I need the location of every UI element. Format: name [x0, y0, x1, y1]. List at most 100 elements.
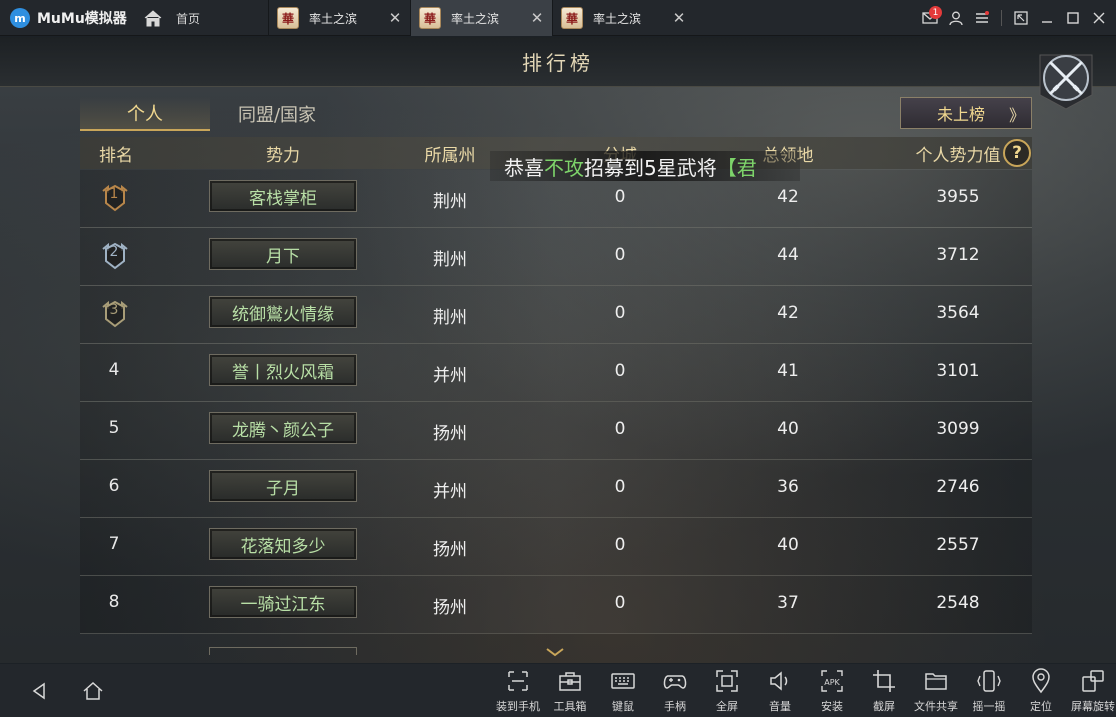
- branch-city-cell: 0: [614, 303, 626, 323]
- close-icon[interactable]: ✕: [526, 9, 548, 27]
- home-icon: [140, 8, 166, 28]
- user-icon: [949, 11, 963, 25]
- branch-city-cell: 0: [614, 361, 626, 381]
- branch-city-cell: 0: [614, 535, 626, 555]
- rotate-screen-icon: [1080, 668, 1106, 694]
- rank-number: 5: [108, 418, 120, 438]
- tab-label: 率土之滨: [451, 11, 500, 26]
- faction-name-button[interactable]: 誉丨烈火风霜: [209, 354, 357, 386]
- state-cell: 扬州: [433, 424, 467, 444]
- close-crossed-swords-icon[interactable]: [1036, 45, 1096, 111]
- tool-crop[interactable]: 截屏: [858, 668, 910, 716]
- table-row[interactable]: 6 子月 并州 0 36 2746: [80, 460, 1032, 518]
- restore-mini-button[interactable]: [1008, 0, 1034, 36]
- faction-name-button[interactable]: 子月: [209, 470, 357, 502]
- power-cell: 2548: [936, 593, 980, 613]
- partial-name-box: [209, 647, 357, 655]
- volume-icon: [767, 668, 793, 694]
- tool-apk-install[interactable]: APK 安装: [806, 668, 858, 716]
- faction-name-button[interactable]: 一骑过江东: [209, 586, 357, 618]
- menu-button[interactable]: [969, 0, 995, 36]
- close-icon: [1093, 12, 1105, 24]
- territory-cell: 37: [777, 593, 799, 613]
- col-faction: 势力: [266, 146, 300, 166]
- state-cell: 荆州: [433, 308, 467, 328]
- close-icon[interactable]: ✕: [384, 9, 406, 27]
- tool-label: 键鼠: [612, 700, 634, 713]
- back-triangle-icon: [32, 682, 45, 700]
- apk-install-icon: APK: [819, 668, 845, 694]
- rank-number: 4: [108, 360, 120, 380]
- mumu-logo-icon: m: [10, 8, 30, 28]
- folder-icon: [923, 668, 949, 694]
- tab-game-2[interactable]: 華 率土之滨 ✕: [410, 0, 552, 36]
- close-window-button[interactable]: [1086, 0, 1112, 36]
- rank-number: 7: [108, 534, 120, 554]
- tool-toolbox[interactable]: 工具箱: [544, 668, 596, 716]
- tool-shake[interactable]: 摇一摇: [963, 668, 1015, 716]
- tool-keyboard[interactable]: 键鼠: [597, 668, 649, 716]
- tool-volume[interactable]: 音量: [754, 668, 806, 716]
- tool-gamepad[interactable]: 手柄: [649, 668, 701, 716]
- toast-middle: 招募到5星武将: [584, 155, 717, 180]
- faction-name-button[interactable]: 客栈掌柜: [209, 180, 357, 212]
- table-row[interactable]: 7 花落知多少 扬州 0 40 2557: [80, 518, 1032, 576]
- unranked-label: 未上榜: [937, 105, 986, 124]
- fullscreen-icon: [714, 668, 740, 694]
- double-chevron-right-icon: 》: [1008, 106, 1025, 125]
- account-button[interactable]: [943, 0, 969, 36]
- territory-cell: 41: [777, 361, 799, 381]
- faction-name-button[interactable]: 统御鸑火情缘: [209, 296, 357, 328]
- maximize-icon: [1067, 12, 1079, 24]
- territory-cell: 42: [777, 187, 799, 207]
- table-row[interactable]: 8 一骑过江东 扬州 0 37 2548: [80, 576, 1032, 634]
- tab-alliance-nation[interactable]: 同盟/国家: [212, 97, 342, 131]
- scroll-down-chevron-icon: [546, 648, 564, 657]
- game-screen: 排行榜 个人 同盟/国家 未上榜 》 排名 势力 所属州 分城 总领地 个人势力…: [0, 37, 1116, 663]
- mail-button[interactable]: 1: [917, 0, 943, 36]
- close-icon[interactable]: ✕: [668, 9, 690, 27]
- maximize-button[interactable]: [1060, 0, 1086, 36]
- table-row[interactable]: 5 龙腾丶颜公子 扬州 0 40 3099: [80, 402, 1032, 460]
- table-row[interactable]: 4 誉丨烈火风霜 并州 0 41 3101: [80, 344, 1032, 402]
- shake-icon: [976, 668, 1002, 694]
- col-state: 所属州: [424, 146, 476, 166]
- tab-game-3[interactable]: 華 率土之滨 ✕: [552, 0, 694, 36]
- tab-game-1[interactable]: 華 率土之滨 ✕: [268, 0, 410, 36]
- tool-label: 屏幕旋转: [1071, 700, 1115, 713]
- state-cell: 荆州: [433, 250, 467, 270]
- tool-location[interactable]: 定位: [1015, 668, 1067, 716]
- faction-name-button[interactable]: 花落知多少: [209, 528, 357, 560]
- android-home-button[interactable]: [80, 678, 106, 704]
- brand-name: MuMu模拟器: [37, 11, 127, 27]
- tool-rotate-screen[interactable]: 屏幕旋转: [1067, 668, 1116, 716]
- tool-folder[interactable]: 文件共享: [910, 668, 962, 716]
- table-row[interactable]: 3 统御鸑火情缘 荆州 0 42 3564: [80, 286, 1032, 344]
- branch-city-cell: 0: [614, 419, 626, 439]
- territory-cell: 40: [777, 535, 799, 555]
- help-icon[interactable]: ?: [1003, 139, 1031, 167]
- tab-personal[interactable]: 个人: [80, 97, 210, 131]
- state-cell: 并州: [433, 482, 467, 502]
- game-app-icon: 華: [277, 7, 299, 29]
- separator: [1001, 10, 1002, 26]
- tab-home[interactable]: 首页: [140, 0, 266, 36]
- rank-number: 3: [109, 302, 119, 318]
- emulator-titlebar: m MuMu模拟器 首页 華 率土之滨 ✕ 華 率土之滨 ✕ 華 率土之滨 ✕ …: [0, 0, 1116, 36]
- tool-install-to-phone[interactable]: 装到手机: [492, 668, 544, 716]
- back-button[interactable]: [26, 678, 52, 704]
- page-title: 排行榜: [522, 51, 594, 75]
- tool-label: 截屏: [873, 700, 895, 713]
- power-cell: 3564: [936, 303, 980, 323]
- home-outline-icon: [83, 681, 103, 700]
- minimize-button[interactable]: [1034, 0, 1060, 36]
- unranked-button[interactable]: 未上榜 》: [900, 97, 1032, 129]
- game-app-icon: 華: [561, 7, 583, 29]
- faction-name-button[interactable]: 月下: [209, 238, 357, 270]
- power-cell: 3712: [936, 245, 980, 265]
- faction-name-button[interactable]: 龙腾丶颜公子: [209, 412, 357, 444]
- install-to-phone-icon: [505, 668, 531, 694]
- tool-label: 手柄: [664, 700, 686, 713]
- tool-fullscreen[interactable]: 全屏: [701, 668, 753, 716]
- table-row[interactable]: 2 月下 荆州 0 44 3712: [80, 228, 1032, 286]
